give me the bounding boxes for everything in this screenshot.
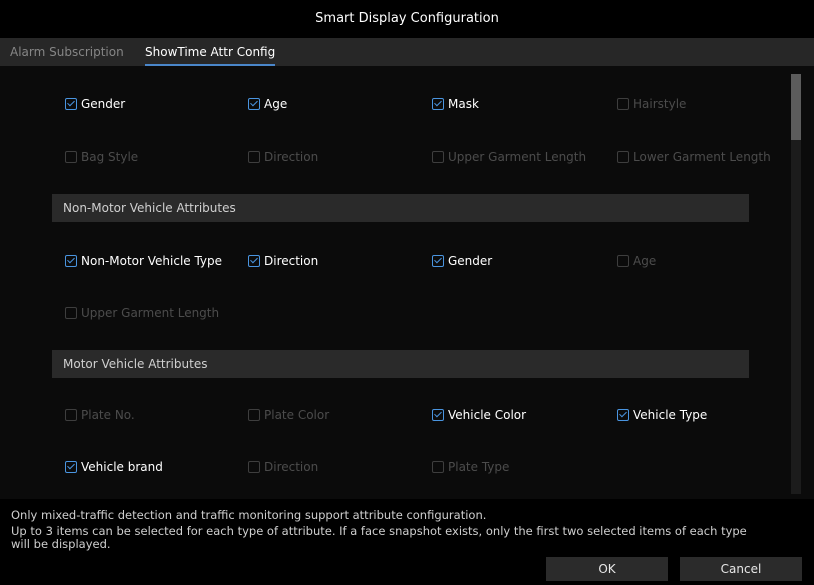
checkbox-mask[interactable]: Mask	[432, 92, 479, 116]
checkbox-square	[65, 255, 77, 267]
checkbox-gender[interactable]: Gender	[432, 249, 492, 273]
section-header-motor-vehicle: Motor Vehicle Attributes	[52, 350, 749, 378]
checkbox-bag-style[interactable]: Bag Style	[65, 145, 138, 169]
checkbox-vehicle-color[interactable]: Vehicle Color	[432, 403, 526, 427]
checkbox-plate-color[interactable]: Plate Color	[248, 403, 329, 427]
scrollbar-thumb[interactable]	[791, 74, 801, 140]
checkbox-direction[interactable]: Direction	[248, 249, 318, 273]
checkbox-square	[65, 409, 77, 421]
checkbox-label: Age	[264, 97, 288, 111]
tab-alarm-subscription[interactable]: Alarm Subscription	[10, 38, 124, 66]
checkbox-age[interactable]: Age	[617, 249, 656, 273]
checkbox-label: Bag Style	[81, 150, 139, 164]
checkbox-square	[65, 461, 77, 473]
checkbox-square	[617, 98, 629, 110]
section-header-non-motor-vehicle: Non-Motor Vehicle Attributes	[52, 194, 749, 222]
checkbox-label: Hairstyle	[633, 97, 687, 111]
checkbox-label: Direction	[264, 460, 319, 474]
ok-button[interactable]: OK	[546, 557, 668, 581]
non-motor-attributes-row-2: Upper Garment Length	[0, 301, 790, 325]
checkbox-label: Direction	[264, 254, 319, 268]
checkbox-square	[65, 307, 77, 319]
checkbox-upper-garment-length[interactable]: Upper Garment Length	[65, 301, 219, 325]
checkbox-label: Plate Type	[448, 460, 510, 474]
checkbox-lower-garment-length[interactable]: Lower Garment Length	[617, 145, 771, 169]
checkbox-square	[248, 255, 260, 267]
checkbox-hairstyle[interactable]: Hairstyle	[617, 92, 686, 116]
checkbox-label: Direction	[264, 150, 319, 164]
checkbox-label: Gender	[81, 97, 126, 111]
checkbox-label: Upper Garment Length	[448, 150, 587, 164]
checkbox-label: Lower Garment Length	[633, 150, 771, 164]
checkbox-non-motor-vehicle-type[interactable]: Non-Motor Vehicle Type	[65, 249, 222, 273]
checkbox-label: Mask	[448, 97, 479, 111]
dialog-title: Smart Display Configuration	[0, 0, 814, 38]
cancel-button[interactable]: Cancel	[680, 557, 802, 581]
checkbox-square	[248, 461, 260, 473]
checkbox-vehicle-type[interactable]: Vehicle Type	[617, 403, 707, 427]
checkbox-square	[432, 98, 444, 110]
tab-bar: Alarm Subscription ShowTime Attr Config	[0, 38, 814, 66]
checkbox-square	[65, 151, 77, 163]
selection-limit-note-continued: will be displayed.	[11, 537, 111, 551]
checkbox-square	[617, 255, 629, 267]
checkbox-label: Plate No.	[81, 408, 135, 422]
motor-attributes-row-1: Plate No. Plate Color Vehicle Color Vehi…	[0, 403, 790, 427]
checkbox-upper-garment-length[interactable]: Upper Garment Length	[432, 145, 586, 169]
checkbox-square	[432, 461, 444, 473]
checkbox-square	[617, 151, 629, 163]
checkbox-square	[432, 151, 444, 163]
checkbox-label: Vehicle Color	[448, 408, 527, 422]
checkbox-label: Vehicle Type	[633, 408, 708, 422]
checkbox-plate-type[interactable]: Plate Type	[432, 455, 509, 479]
checkbox-label: Non-Motor Vehicle Type	[81, 254, 223, 268]
checkbox-label: Upper Garment Length	[81, 306, 220, 320]
checkbox-square	[248, 151, 260, 163]
checkbox-square	[65, 98, 77, 110]
checkbox-age[interactable]: Age	[248, 92, 287, 116]
face-attributes-row-2: Bag Style Direction Upper Garment Length…	[0, 145, 790, 169]
checkbox-square	[432, 409, 444, 421]
smart-display-configuration-dialog: Smart Display Configuration Alarm Subscr…	[0, 0, 814, 585]
tab-showtime-attr-config[interactable]: ShowTime Attr Config	[145, 38, 276, 66]
face-attributes-row-1: Gender Age Mask Hairstyle	[0, 92, 790, 116]
checkbox-direction[interactable]: Direction	[248, 455, 318, 479]
checkbox-square	[617, 409, 629, 421]
motor-attributes-row-2: Vehicle brand Direction Plate Type	[0, 455, 790, 479]
checkbox-square	[248, 98, 260, 110]
checkbox-label: Plate Color	[264, 408, 330, 422]
vertical-scrollbar[interactable]	[791, 74, 801, 494]
attribute-list-panel: Gender Age Mask Hairstyle Bag Style Dire…	[0, 66, 814, 499]
checkbox-label: Age	[633, 254, 657, 268]
support-note: Only mixed-traffic detection and traffic…	[11, 508, 487, 522]
checkbox-square	[248, 409, 260, 421]
non-motor-attributes-row-1: Non-Motor Vehicle Type Direction Gender …	[0, 249, 790, 273]
checkbox-square	[432, 255, 444, 267]
checkbox-direction[interactable]: Direction	[248, 145, 318, 169]
checkbox-label: Gender	[448, 254, 493, 268]
checkbox-label: Vehicle brand	[81, 460, 163, 474]
selection-limit-note: Up to 3 items can be selected for each t…	[11, 524, 747, 538]
checkbox-vehicle-brand[interactable]: Vehicle brand	[65, 455, 163, 479]
checkbox-gender[interactable]: Gender	[65, 92, 125, 116]
checkbox-plate-no[interactable]: Plate No.	[65, 403, 135, 427]
